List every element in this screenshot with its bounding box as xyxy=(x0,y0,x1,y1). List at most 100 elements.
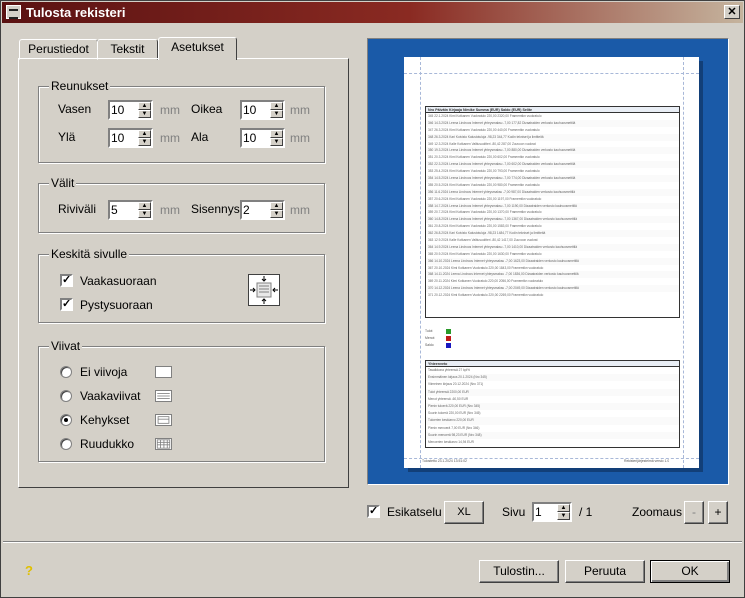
preview-table-row: 363 12.9.2024 Kalle Kotkanen Valitusuolt… xyxy=(428,238,538,243)
preview-table-row: 362 26.8.2024 Kari Koivisto Kalustotuloj… xyxy=(426,230,679,238)
tab-label: Perustiedot xyxy=(28,42,89,56)
right-margin-label: Oikea xyxy=(191,102,223,116)
line-spacing-stepper[interactable]: ▲▼ xyxy=(108,200,153,220)
page-label: Sivu xyxy=(502,505,526,519)
horizontal-lines-label: Vaakaviivat xyxy=(80,389,141,403)
ok-button[interactable]: OK xyxy=(650,560,730,583)
spin-down-icon[interactable]: ▼ xyxy=(270,110,283,118)
zoom-in-button[interactable]: + xyxy=(708,501,728,524)
indent-stepper[interactable]: ▲▼ xyxy=(240,200,285,220)
tab-tekstit[interactable]: Tekstit xyxy=(97,39,158,60)
margin-guide-top xyxy=(404,73,699,74)
margin-guide-left xyxy=(420,57,421,468)
preview-summary-row: Suurin menoerä 98,23 EUR (Nro 348) xyxy=(426,431,679,439)
no-lines-label: Ei viivoja xyxy=(80,365,128,379)
preview-summary-row: Pienin tuloerä 220,00 EUR (Nro 345) xyxy=(426,402,679,411)
preview-table-row: 357 20.6.2024 Kimi Kotkanen Vuokratulo 2… xyxy=(428,196,542,201)
preview-legend-item: Saldo xyxy=(425,342,465,349)
radio-no-lines[interactable] xyxy=(60,366,72,378)
zoom-label: Zoomaus xyxy=(632,505,683,519)
preview-label: Esikatselu xyxy=(387,505,442,519)
top-margin-stepper[interactable]: ▲▼ xyxy=(108,128,153,148)
zoom-out-button[interactable]: - xyxy=(684,501,704,524)
preview-table-row: 347 26.3.2024 Kimi Kotkanen Vuokratulo 2… xyxy=(428,127,540,132)
preview-legend: Tulot Menot Saldo xyxy=(425,328,465,349)
preview-table-row: 361 20.8.2024 Kimi Kotkanen Vuokratulo 2… xyxy=(428,224,542,229)
preview-table-row: 346 14.3.2024 Leena Lindroos Internet yh… xyxy=(426,119,679,127)
right-margin-input[interactable] xyxy=(243,103,271,117)
tab-perustiedot[interactable]: Perustiedot xyxy=(19,39,98,60)
no-lines-icon xyxy=(155,366,172,378)
horizontal-center-label: Vaakasuoraan xyxy=(80,274,157,288)
divider xyxy=(3,541,742,543)
unit-label: mm xyxy=(160,203,180,217)
spin-up-icon[interactable]: ▲ xyxy=(270,102,283,110)
frames-label: Kehykset xyxy=(80,413,130,427)
preview-legend-item: Menot xyxy=(425,335,465,342)
center-title: Keskitä sivulle xyxy=(49,247,130,261)
preview-table-row: 354 14.5.2024 Leena Lindroos Internet yh… xyxy=(426,175,679,182)
radio-frames[interactable] xyxy=(60,414,72,426)
spin-up-icon[interactable]: ▲ xyxy=(270,130,283,138)
bottom-margin-label: Ala xyxy=(191,130,209,144)
spacing-group: Välit Riviväli ▲▼ mm Sisennys ▲▼ mm xyxy=(38,176,325,233)
preview-legend-swatch xyxy=(446,329,451,334)
right-margin-stepper[interactable]: ▲▼ xyxy=(240,100,285,120)
lines-title: Viivat xyxy=(49,339,83,353)
spin-down-icon[interactable]: ▼ xyxy=(270,138,283,146)
spin-up-icon[interactable]: ▲ xyxy=(270,202,283,210)
preview-legend-swatch xyxy=(446,343,451,348)
preview-summary-row: Menoerien keskiarvo 14,94 EUR xyxy=(428,439,474,444)
preview-table-row: 369 20.11.2024 Kimi Kotkanen Vuokratulo … xyxy=(428,279,543,284)
window-icon xyxy=(6,5,21,19)
indent-input[interactable] xyxy=(243,203,271,217)
spin-down-icon[interactable]: ▼ xyxy=(138,110,151,118)
radio-horizontal-lines[interactable] xyxy=(60,390,72,402)
preview-summary-row: Tuloerien keskiarvo 220,00 EUR xyxy=(426,417,679,425)
spin-down-icon[interactable]: ▼ xyxy=(557,512,570,520)
preview-summary: Yhteenveto Tasaikkona yhteensä 27 kpl% En… xyxy=(425,360,680,448)
preview-table-row: 353 25.4.2024 Kimi Kotkanen Vuokratulo 2… xyxy=(428,169,540,174)
spin-up-icon[interactable]: ▲ xyxy=(138,130,151,138)
spin-down-icon[interactable]: ▼ xyxy=(138,138,151,146)
cancel-button[interactable]: Peruuta xyxy=(565,560,645,583)
preview-table-row: 359 20.7.2024 Kimi Kotkanen Vuokratulo 2… xyxy=(428,210,542,215)
preview-table-row: 349 12.3.2024 Kalle Kotkanen Valitusuolt… xyxy=(428,141,536,146)
printer-button[interactable]: Tulostin... xyxy=(479,560,559,583)
preview-checkbox[interactable]: ✓ xyxy=(367,505,380,518)
page-input[interactable] xyxy=(535,505,555,519)
print-preview[interactable]: Nro Päivätn Kirjaaja Nimike Summa (EUR) … xyxy=(367,38,729,485)
horizontal-center-checkbox[interactable]: ✓ xyxy=(60,274,73,287)
spin-up-icon[interactable]: ▲ xyxy=(138,102,151,110)
spin-up-icon[interactable]: ▲ xyxy=(557,504,570,512)
preview-table-row: 352 22.3.2024 Leena Lindroos Internet yh… xyxy=(426,161,679,169)
spin-down-icon[interactable]: ▼ xyxy=(270,210,283,218)
left-margin-stepper[interactable]: ▲▼ xyxy=(108,100,153,120)
left-margin-input[interactable] xyxy=(111,103,139,117)
bottom-margin-input[interactable] xyxy=(243,131,271,145)
spin-down-icon[interactable]: ▼ xyxy=(138,210,151,218)
tab-asetukset[interactable]: Asetukset xyxy=(158,37,237,60)
window-title: Tulosta rekisteri xyxy=(26,5,126,20)
center-page-icon xyxy=(248,274,280,306)
preview-table-row: 355 20.5.2024 Kimi Kotkanen Vuokratulo 2… xyxy=(428,182,540,187)
page-stepper[interactable]: ▲▼ xyxy=(532,502,572,522)
line-spacing-label: Riviväli xyxy=(58,202,97,216)
line-spacing-input[interactable] xyxy=(111,203,139,217)
bottom-margin-stepper[interactable]: ▲▼ xyxy=(240,128,285,148)
radio-grid[interactable] xyxy=(60,438,72,450)
vertical-center-checkbox[interactable]: ✓ xyxy=(60,298,73,311)
spin-up-icon[interactable]: ▲ xyxy=(138,202,151,210)
top-margin-input[interactable] xyxy=(111,131,139,145)
preview-summary-row: Menot yhteensä -60,50 EUR xyxy=(428,396,469,401)
xl-button[interactable]: XL xyxy=(444,501,484,524)
title-bar: Tulosta rekisteri ✕ xyxy=(2,2,743,23)
help-icon[interactable]: ? xyxy=(25,563,33,578)
tab-label: Asetukset xyxy=(171,40,224,54)
close-button[interactable]: ✕ xyxy=(724,5,740,19)
preview-footer-left: Tulostettu 23.1.2024 13:51:02 xyxy=(422,459,467,463)
center-group: Keskitä sivulle ✓ Vaakasuoraan ✓ Pystysu… xyxy=(38,247,325,323)
unit-label: mm xyxy=(290,203,310,217)
grid-icon xyxy=(155,438,172,450)
preview-legend-label: Saldo xyxy=(425,343,434,347)
